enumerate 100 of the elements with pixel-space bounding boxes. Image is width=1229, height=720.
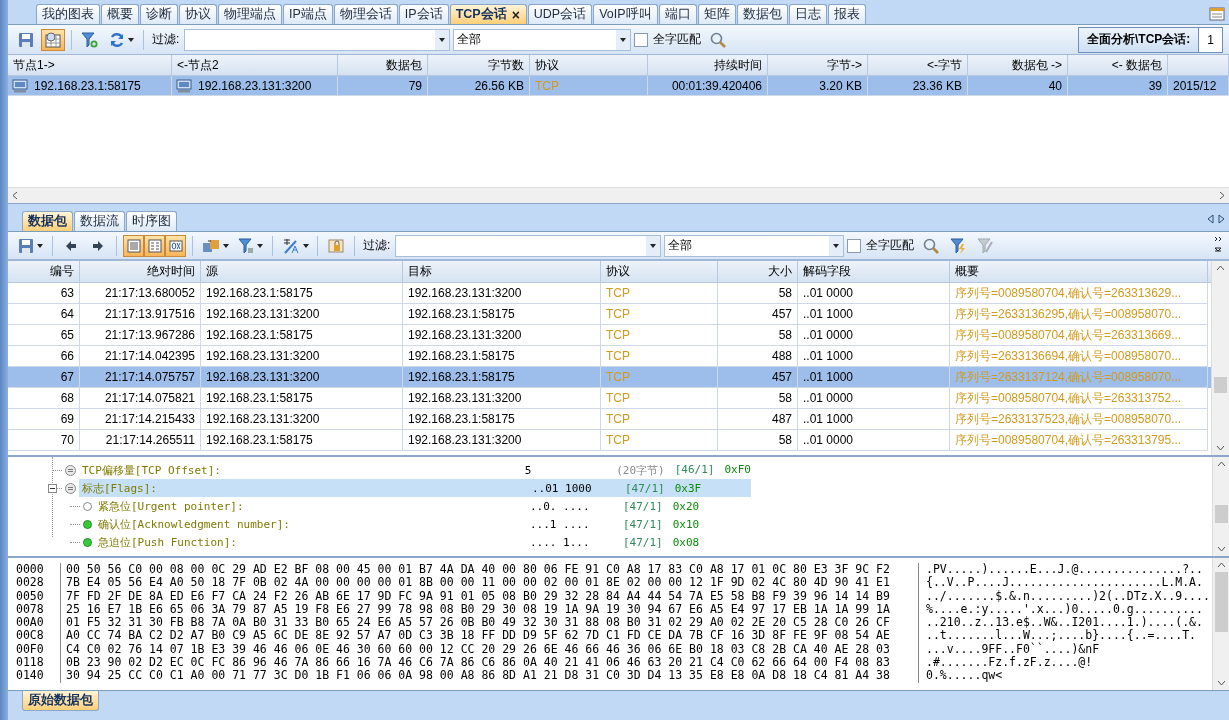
table-row[interactable]: 66 21:17:14.042395 192.168.23.131:3200 192.168.23.1:58175 TCP 488 ..01 1000 序列号=2633136694,确认号=008958070...: [8, 346, 1211, 367]
view-mode-button[interactable]: [144, 234, 165, 257]
scrollbar-thumb[interactable]: [1214, 572, 1228, 632]
tab[interactable]: 物理端点: [218, 4, 282, 24]
tab[interactable]: 原始数据包: [22, 691, 99, 711]
scrollbar[interactable]: [1212, 457, 1229, 556]
tab[interactable]: 报表: [827, 4, 866, 24]
tab[interactable]: UDP会话: [527, 4, 593, 24]
table-row[interactable]: 192.168.23.1:58175 192.168.23.131:3200 79 26.56 KB TCP 00:01:39.420406 3.20 KB 23.36 KB 40 39 2015/12: [8, 76, 1229, 96]
tab[interactable]: 数据包: [736, 4, 788, 24]
field-value: ..01 1000: [532, 481, 593, 495]
table-row[interactable]: 70 21:17:14.265511 192.168.23.1:58175 192.168.23.131:3200 TCP 58 ..01 0000 序列号=0089580704,确认号=263313795...: [8, 430, 1211, 451]
column-header[interactable]: 数据包 ->: [968, 55, 1068, 75]
tab[interactable]: 协议: [179, 4, 217, 24]
tree-row[interactable]: TCP偏移量[TCP Offset]: 5 (20字节) [46/1] 0xF0: [79, 461, 751, 479]
checkbox[interactable]: [847, 238, 862, 253]
table-cell: 79: [408, 78, 422, 93]
lock-icon: [328, 237, 344, 254]
scrollbar[interactable]: [1211, 261, 1229, 455]
tab[interactable]: 诊断: [140, 4, 178, 24]
filter-icon: [237, 237, 254, 254]
column-header[interactable]: 解码字段: [798, 261, 950, 282]
column-header[interactable]: 字节->: [768, 55, 868, 75]
table-cell: 39: [1148, 78, 1162, 93]
tab[interactable]: 端口: [658, 4, 697, 24]
column-header[interactable]: <- 数据包: [1068, 55, 1168, 75]
field-name: 确认位[Acknowledgment number]:: [98, 516, 291, 532]
tab[interactable]: IP端点: [283, 4, 333, 24]
column-header[interactable]: <-字节: [868, 55, 968, 75]
tab[interactable]: TCP会话 ×: [449, 4, 527, 24]
hex-offset: 0140: [15, 669, 45, 683]
table-row[interactable]: 69 21:17:14.215433 192.168.23.131:3200 192.168.23.1:58175 TCP 487 ..01 1000 序列号=2633137523,确认号=008958070...: [8, 409, 1211, 430]
scope-dropdown[interactable]: 全部: [664, 234, 845, 257]
tab[interactable]: 概要: [101, 4, 139, 24]
table-row[interactable]: 64 21:17:13.917516 192.168.23.131:3200 192.168.23.1:58175 TCP 457 ..01 1000 序列号=2633136295,确认号=008958070...: [8, 304, 1211, 325]
scroll-right-icon: [1218, 214, 1225, 224]
column-header[interactable]: 大小: [718, 261, 798, 282]
filter-disabled-icon: [977, 237, 994, 254]
table-row[interactable]: 68 21:17:14.075821 192.168.23.1:58175 192.168.23.131:3200 TCP 58 ..01 0000 序列号=0089580704,确认号=263313752...: [8, 388, 1211, 409]
table-cell: TCP: [606, 391, 630, 405]
tab[interactable]: IP会话: [398, 4, 449, 24]
close-button[interactable]: ×: [510, 7, 521, 22]
table-cell: TCP: [606, 286, 630, 300]
scrollbar-thumb[interactable]: [1214, 377, 1227, 393]
grid-toggle-button[interactable]: [41, 28, 65, 51]
tab[interactable]: 我的图表: [36, 4, 100, 24]
scrollbar[interactable]: [1212, 558, 1229, 690]
column-header[interactable]: 数据包: [338, 55, 428, 75]
column-header[interactable]: 目标: [403, 261, 601, 282]
tab[interactable]: 矩阵: [697, 4, 736, 24]
caret-icon: [222, 243, 229, 248]
count-field: 1: [1198, 27, 1222, 52]
tree-row[interactable]: 急迫位[Push Function]: .... 1... [47/1] 0x08: [95, 533, 749, 551]
field-position: [47/1]: [623, 535, 663, 549]
view-mode-button[interactable]: [165, 234, 186, 257]
tree-row[interactable]: 标志[Flags]: ..01 1000 [47/1] 0x3F: [79, 479, 751, 497]
column-header[interactable]: 持续时间: [648, 55, 768, 75]
filter-field[interactable]: [184, 28, 451, 51]
tab[interactable]: VoIP呼叫: [593, 4, 658, 24]
view-mode-button[interactable]: [123, 234, 144, 257]
table-row[interactable]: 67 21:17:14.075757 192.168.23.131:3200 192.168.23.1:58175 TCP 457 ..01 1000 序列号=2633137124,确认号=008958070...: [8, 367, 1211, 388]
table-cell: 192.168.23.131:3200: [206, 349, 320, 363]
scrollbar-thumb[interactable]: [1214, 505, 1228, 523]
table-cell: TCP: [606, 328, 630, 342]
column-header[interactable]: 节点1->: [8, 55, 172, 75]
table-cell: ..01 1000: [803, 349, 854, 363]
column-header[interactable]: 协议: [530, 55, 648, 75]
swap-icon: [201, 237, 220, 254]
filter-field[interactable]: [395, 234, 662, 257]
field-position: [46/1]: [674, 462, 715, 478]
checkbox[interactable]: [634, 32, 649, 47]
tab[interactable]: 物理会话: [333, 4, 398, 24]
table-cell: 192.168.23.1:58175: [408, 349, 515, 363]
table-cell: 67: [60, 370, 74, 384]
field-name: TCP偏移量[TCP Offset]:: [82, 462, 222, 478]
table-row[interactable]: 65 21:17:13.967286 192.168.23.1:58175 192.168.23.131:3200 TCP 58 ..01 0000 序列号=0089580704,确认号=263313669...: [8, 325, 1211, 346]
table-row[interactable]: 63 21:17:13.680052 192.168.23.1:58175 192.168.23.131:3200 TCP 58 ..01 0000 序列号=0089580704,确认号=263313629...: [8, 283, 1211, 304]
table-cell: 21:17:14.215433: [104, 412, 195, 426]
caret-icon: [127, 37, 134, 42]
column-header[interactable]: <-节点2: [172, 55, 338, 75]
caret-icon: [439, 37, 446, 42]
table-cell: 70: [60, 433, 74, 447]
tree-row[interactable]: 确认位[Acknowledgment number]: ...1 .... [47/1] 0x10: [95, 515, 749, 533]
scrollbar[interactable]: [8, 187, 1229, 203]
column-header[interactable]: 协议: [601, 261, 718, 282]
tree-row[interactable]: 紧急位[Urgent pointer]: ..0. .... [47/1] 0x20: [95, 497, 749, 515]
tab[interactable]: 时序图: [126, 211, 177, 231]
table-cell: ..01 1000: [803, 307, 854, 321]
column-header[interactable]: 字节数: [428, 55, 530, 75]
column-header[interactable]: 概要: [950, 261, 1208, 282]
list-view-icon: [125, 237, 142, 254]
tab[interactable]: 数据包: [22, 211, 73, 231]
table-cell: 序列号=0089580704,确认号=263313752...: [955, 389, 1182, 407]
column-header[interactable]: 源: [201, 261, 403, 282]
column-header[interactable]: 绝对时间: [80, 261, 201, 282]
scope-dropdown[interactable]: 全部: [453, 28, 632, 51]
tab[interactable]: 数据流: [74, 211, 125, 231]
column-header[interactable]: 编号: [8, 261, 80, 282]
table-cell: 21:17:13.917516: [104, 307, 195, 321]
tab[interactable]: 日志: [788, 4, 827, 24]
